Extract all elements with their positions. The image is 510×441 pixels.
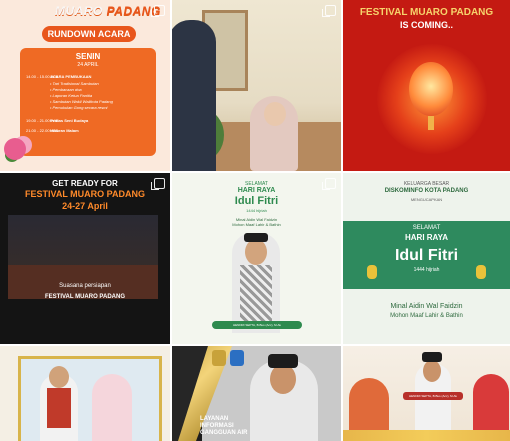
get-ready-heading: GET READY FOR [52, 179, 118, 188]
carousel-icon [322, 178, 336, 190]
peci-hat [244, 233, 268, 242]
utility-emblem-icon [230, 350, 244, 366]
portrait-man-scarf [47, 388, 71, 428]
portrait-name-tag: HENDRI SEPTA, B.Bus (Acc), M.Ak [212, 321, 302, 329]
portrait-man-face [49, 366, 69, 388]
greeting-hari-raya: HARI RAYA [405, 233, 448, 242]
official-cap [268, 354, 298, 368]
photo-caption: Suasana persiapan [59, 283, 111, 289]
rundown-pill: RUNDOWN ACARA [42, 26, 136, 42]
schedule-card: SENIN 24 APRIL 14.00 - 15.00 WIBACARA PE… [20, 48, 156, 156]
official-name-tag: HENDRI SEPTA, B.Bus (Acc), M.Ak [403, 392, 463, 400]
festival-dates: 24-27 April [62, 201, 108, 211]
lantern-left-icon [367, 265, 377, 279]
schedule-date: 24 APRIL [77, 62, 99, 68]
portrait-face [245, 239, 267, 265]
post-tile-photo-interview[interactable] [172, 0, 341, 171]
post-grid: MUARO PADANG RUNDOWN ACARA SENIN 24 APRI… [0, 0, 510, 441]
lantern-tassel [428, 116, 434, 130]
official-face [423, 360, 441, 382]
post-tile-official-dancers[interactable]: HENDRI SEPTA, B.Bus (Acc), M.Ak [343, 346, 510, 441]
greeting-verb: MENGUCAPKAN [410, 197, 443, 202]
portrait-woman [92, 374, 132, 441]
organization-name: DISKOMINFO KOTA PADANG [384, 188, 469, 194]
logo-text-a: MUARO [55, 4, 103, 18]
family-label: KELUARGA BESAR [403, 181, 450, 187]
schedule-row: 14.00 - 15.00 WIBACARA PEMBUKAAN [26, 74, 92, 79]
post-tile-idul-fitri-mayor[interactable]: SELAMAT HARI RAYA Idul Fitri 1444 hijria… [172, 173, 341, 344]
schedule-row: • Pemukulan Gong secara resmi [50, 105, 108, 110]
official-cap [422, 352, 442, 362]
greeting-hari-raya: HARI RAYA [237, 187, 276, 194]
schedule-row: • Laporan Ketua Panitia [50, 93, 93, 98]
schedule-row: 19.00 - 21.00 WIBPentas Seni Budaya [26, 118, 89, 123]
photo-face [264, 102, 286, 126]
greeting-idul-fitri: Idul Fitri [394, 247, 459, 264]
post-tile-rundown[interactable]: MUARO PADANG RUNDOWN ACARA SENIN 24 APRI… [0, 0, 170, 171]
post-tile-idul-fitri-diskominfo[interactable]: KELUARGA BESAR DISKOMINFO KOTA PADANG ME… [343, 173, 510, 344]
flower-decoration-icon [4, 138, 26, 160]
schedule-row: 21.00 - 22.00 WIBHiburan Malam [26, 128, 79, 133]
carousel-icon [151, 178, 165, 190]
post-tile-get-ready[interactable]: GET READY FOR FESTIVAL MUARO PADANG 24-2… [0, 173, 170, 344]
festival-subtitle: IS COMING.. [399, 20, 453, 30]
lantern-icon [409, 62, 453, 116]
greeting-maaf: Mohon Maaf Lahir & Bathin [232, 222, 281, 227]
post-tile-couple-portrait[interactable] [0, 346, 170, 441]
photo-person-foreground [172, 20, 216, 171]
service-label-3: GANGGUAN AIR [200, 430, 248, 436]
post-tile-water-service[interactable]: LAYANAN INFORMASI GANGGUAN AIR [172, 346, 341, 441]
schedule-row: • Sambutan Wakil Walikota Padang [50, 99, 113, 104]
greeting-selamat: SELAMAT [412, 225, 441, 231]
post-tile-festival-coming[interactable]: FESTIVAL MUARO PADANG IS COMING.. [343, 0, 510, 171]
carousel-icon [322, 5, 336, 17]
official-face [270, 364, 296, 394]
schedule-day: SENIN [75, 52, 101, 61]
carousel-icon [151, 5, 165, 17]
service-label-1: LAYANAN [200, 416, 229, 422]
greeting-minal: Minal Aidin Wal Faidzin [390, 303, 463, 310]
greeting-hijri-year: 1444 hijriah [246, 208, 267, 213]
lantern-right-icon [476, 265, 486, 279]
schedule-row: • Pembacaan doa [50, 87, 82, 92]
flower-border [343, 430, 510, 441]
photo-caption-title: FESTIVAL MUARO PADANG [44, 294, 125, 300]
portrait-scarf [240, 265, 272, 325]
greeting-maaf: Mohon Maaf Lahir & Bathin [390, 313, 463, 319]
festival-logo: MUARO PADANG [55, 4, 161, 18]
greeting-idul-fitri: Idul Fitri [234, 195, 279, 207]
city-emblem-icon [212, 350, 226, 366]
festival-title: FESTIVAL MUARO PADANG [359, 7, 494, 18]
schedule-row: • Tari Tradisional Sambutan [50, 81, 99, 86]
festival-name: FESTIVAL MUARO PADANG [24, 189, 145, 199]
service-label-2: INFORMASI [200, 423, 234, 429]
